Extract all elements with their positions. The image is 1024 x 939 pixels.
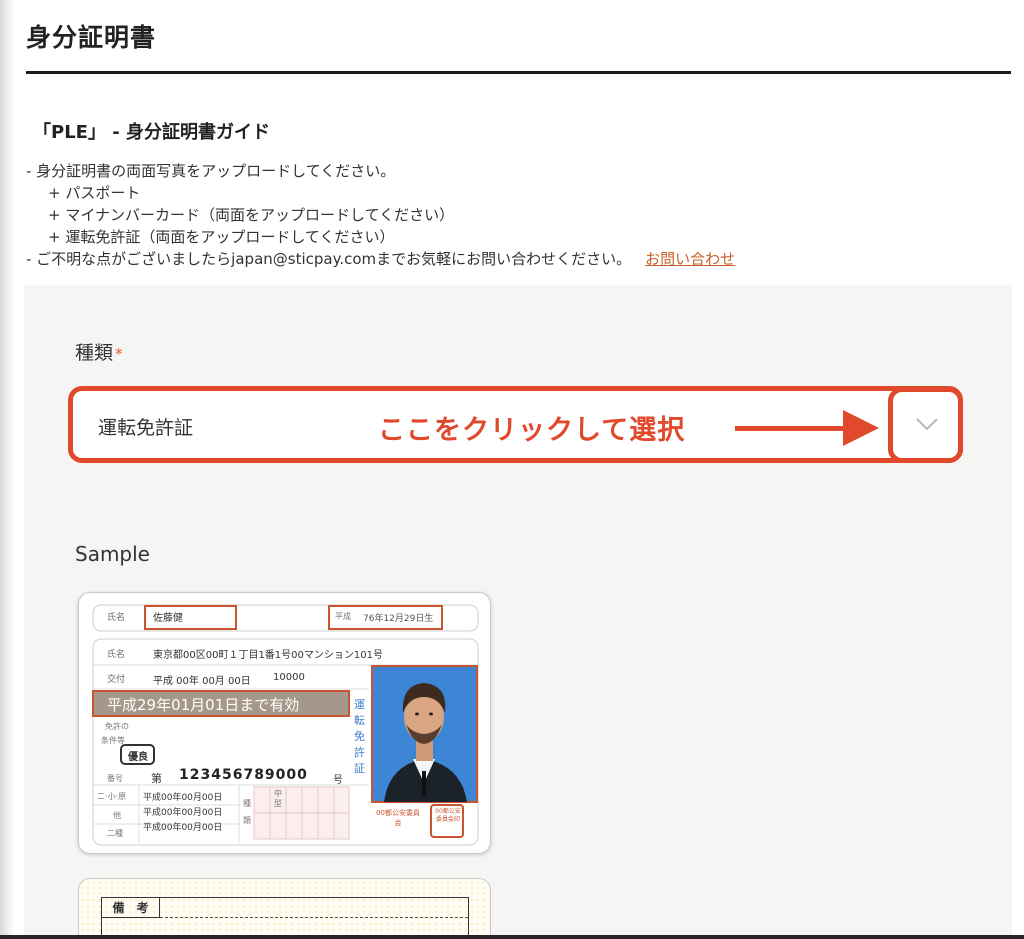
card-address-label: 氏名 [107, 650, 126, 660]
sample-heading: Sample [75, 542, 150, 566]
guide-item-passport: + パスポート [48, 184, 141, 202]
click-here-annotation: ここをクリックして選択 [378, 415, 686, 446]
card-address-value: 東京都00区00町１丁目1番1号00マンション101号 [153, 650, 383, 661]
card-dob-era: 平成 [335, 612, 351, 621]
type-field-label: 種類 * [75, 338, 123, 365]
contact-link[interactable]: お問い合わせ [645, 250, 735, 268]
card-name-value: 佐藤健 [153, 613, 183, 624]
card-type-label-2: 類 [243, 816, 251, 825]
card-number-prefix: 第 [151, 772, 162, 785]
guide-heading: 「PLE」 - 身分証明書ガイド [33, 122, 270, 143]
card-class-row2-label: 他 [113, 811, 121, 820]
license-card-illustration [92, 604, 479, 846]
card-class-row1-date: 平成00年00月00日 [143, 793, 223, 803]
card-conditions-label-2: 条件等 [101, 736, 125, 745]
card-issue-label: 交付 [107, 675, 126, 685]
card-conditions-label-1: 免許の [105, 722, 129, 731]
card-number-suffix: 号 [333, 775, 343, 786]
annotation-arrow-head-icon [843, 410, 879, 446]
guide-line-upload: - 身分証明書の両面写真をアップロードしてください。 [26, 162, 396, 180]
card-seal-icon: 00都公安委員会印 [435, 808, 461, 823]
guide-instructions: - 身分証明書の両面写真をアップロードしてください。 + パスポート + マイナ… [26, 160, 735, 270]
card-issue-value: 平成 00年 00月 00日 [153, 676, 251, 687]
card-dob-value: 76年12月29日生 [363, 614, 434, 624]
chevron-down-icon [916, 418, 938, 431]
card-class-row1-label: 二·小·原 [97, 792, 127, 801]
card-remarks-line [160, 917, 468, 918]
card-number-label: 番号 [107, 774, 123, 783]
license-sample-front: 氏名 佐藤健 平成 76年12月29日生 氏名 東京都00区00町１丁目1番1号… [78, 592, 491, 854]
card-number-value: 123456789000 [179, 767, 308, 783]
card-class-row3-label: 二種 [107, 829, 123, 838]
card-issue-number: 10000 [273, 672, 305, 683]
card-excellent-badge: 優良 [128, 752, 148, 763]
license-sample-back: 備 考 [78, 878, 491, 939]
guide-contact-text: - ご不明な点がございましたらjapan@sticpay.comまでお気軽にお問… [26, 250, 632, 268]
window-bottom-edge [0, 935, 1024, 939]
card-type-mid: 中型 [274, 789, 282, 808]
page-title: 身分証明書 [26, 23, 157, 52]
window-edge-shadow [0, 0, 14, 939]
annotation-arrow-line [735, 426, 845, 431]
card-class-row2-date: 平成00年00月00日 [143, 808, 223, 818]
card-remarks-label: 備 考 [102, 898, 160, 918]
dropdown-toggle-button[interactable] [888, 387, 963, 463]
document-type-selected-value: 運転免許証 [98, 417, 194, 439]
document-type-select[interactable]: 運転免許証 ここをクリックして選択 [68, 386, 963, 463]
card-authority: 00都公安委員会 [376, 809, 420, 827]
card-type-label-1: 種 [243, 799, 251, 808]
guide-line-contact: - ご不明な点がございましたらjapan@sticpay.comまでお気軽にお問… [26, 248, 735, 270]
type-field-label-text: 種類 [75, 342, 114, 364]
card-name-label: 氏名 [107, 613, 126, 623]
card-remarks-box: 備 考 [101, 897, 469, 939]
card-class-row3-date: 平成00年00月00日 [143, 823, 223, 833]
card-vertical-title: 運転免許証 [354, 698, 365, 775]
title-divider [26, 71, 1011, 74]
guide-item-mynumber: + マイナンバーカード（両面をアップロードしてください） [48, 206, 455, 224]
required-mark: * [115, 345, 123, 363]
guide-item-license: + 運転免許証（両面をアップロードしてください） [48, 228, 395, 246]
card-valid-until: 平成29年01月01日まで有効 [107, 696, 300, 714]
